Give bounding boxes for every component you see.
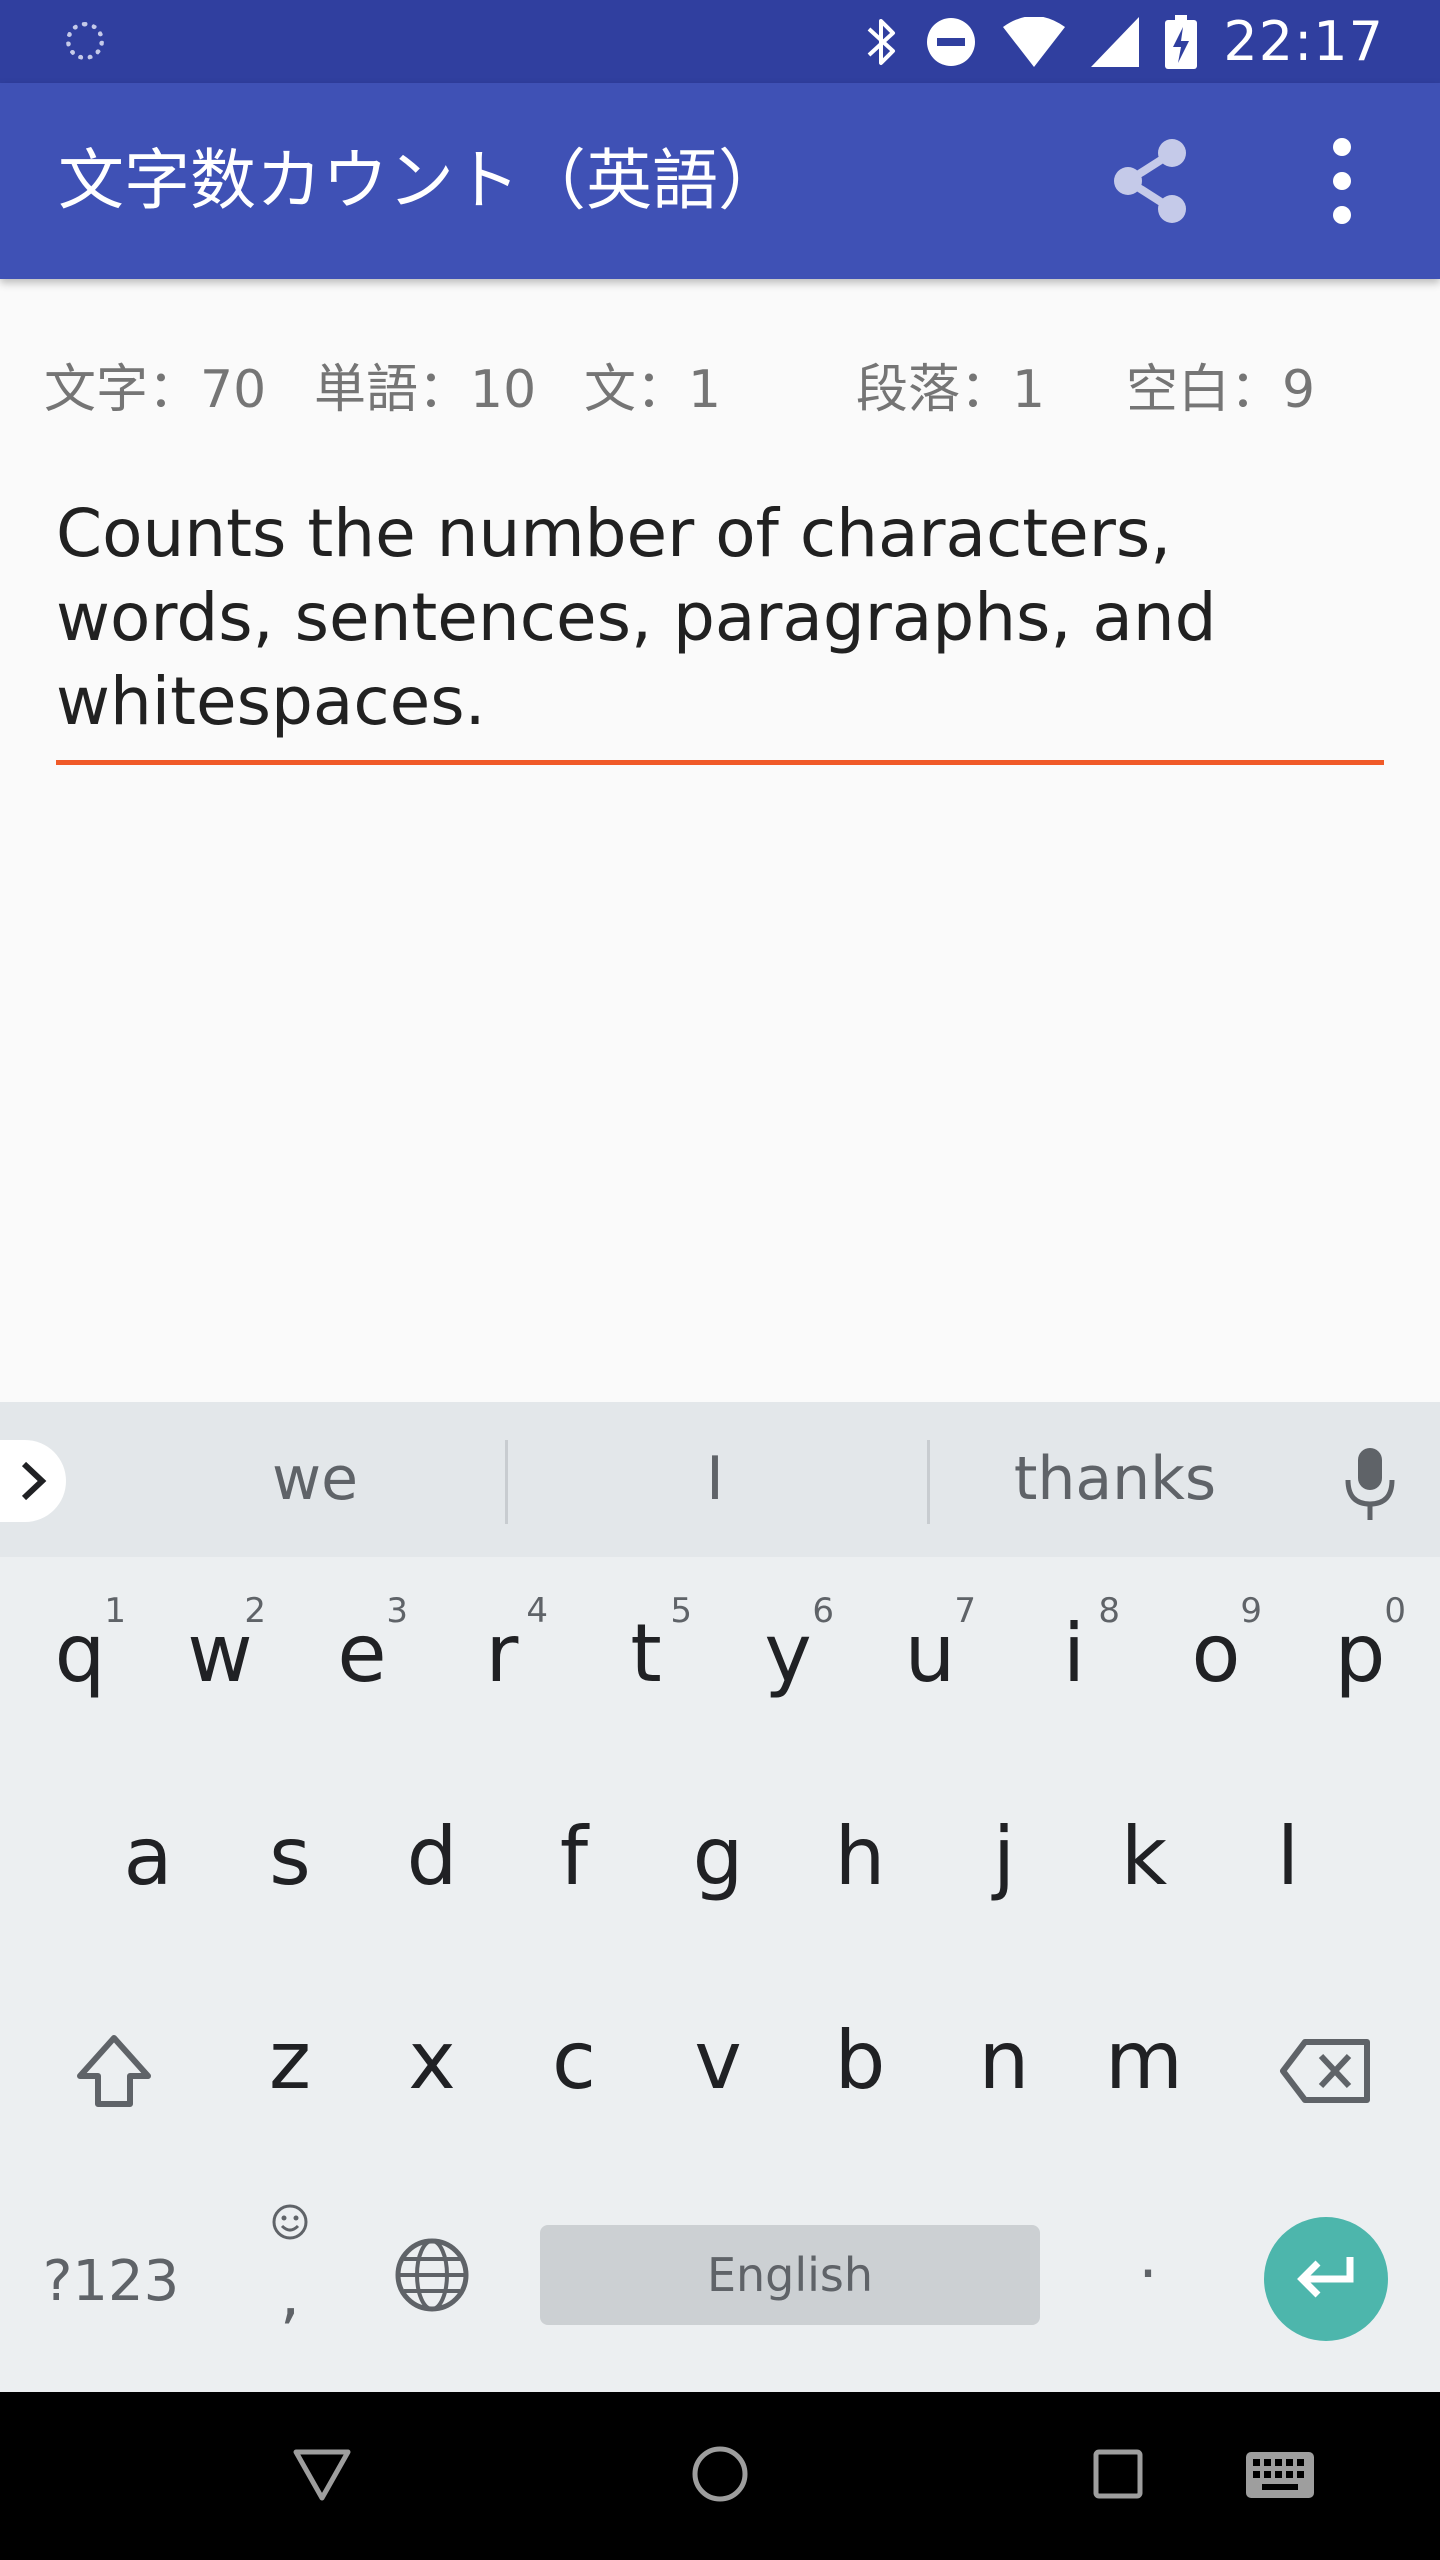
keyboard: we I thanks q1 w2 e3 r4 t5 y6 u7 i8 o9 p… xyxy=(0,1402,1440,2392)
voice-input-button[interactable] xyxy=(1340,1444,1400,1524)
more-options-button[interactable] xyxy=(1300,131,1384,231)
whitespace-count: 空白：9 xyxy=(1126,360,1316,420)
input-underline xyxy=(56,760,1384,765)
key-y[interactable]: y6 xyxy=(748,1591,834,1707)
bluetooth-icon xyxy=(868,18,896,65)
key-m[interactable]: m xyxy=(1104,2014,1184,2114)
key-q[interactable]: q1 xyxy=(40,1591,126,1707)
loading-indicator-icon xyxy=(66,22,104,60)
suggestion-1[interactable]: we xyxy=(110,1402,520,1557)
key-u[interactable]: u7 xyxy=(890,1591,976,1707)
battery-charging-icon xyxy=(1165,14,1198,69)
key-o[interactable]: o9 xyxy=(1176,1591,1262,1707)
symbols-key[interactable]: ?123 xyxy=(36,2232,186,2332)
key-h[interactable]: h xyxy=(820,1810,900,1910)
key-a[interactable]: a xyxy=(108,1810,188,1910)
character-count: 文字：70 xyxy=(44,360,267,420)
recents-icon[interactable] xyxy=(1092,2448,1144,2500)
home-icon[interactable] xyxy=(690,2444,750,2504)
share-button[interactable] xyxy=(1100,131,1200,231)
key-t[interactable]: t5 xyxy=(606,1591,692,1707)
shift-key[interactable] xyxy=(66,2022,162,2122)
key-k[interactable]: k xyxy=(1104,1810,1184,1910)
key-g[interactable]: g xyxy=(678,1810,758,1910)
shift-icon xyxy=(77,2035,151,2107)
key-i[interactable]: i8 xyxy=(1034,1591,1120,1707)
paragraph-count: 段落：1 xyxy=(856,360,1046,420)
suggestion-2[interactable]: I xyxy=(510,1402,920,1557)
suggestion-divider xyxy=(505,1440,508,1524)
sentence-count: 文：1 xyxy=(584,360,722,420)
suggestion-3[interactable]: thanks xyxy=(930,1402,1300,1557)
globe-icon xyxy=(395,2238,469,2312)
more-vert-icon xyxy=(1333,138,1351,224)
key-c[interactable]: c xyxy=(534,2014,614,2114)
enter-key[interactable] xyxy=(1264,2217,1388,2341)
comma-emoji-key[interactable]: , xyxy=(250,2202,330,2342)
text-input[interactable]: Counts the number of characters, words, … xyxy=(56,492,1396,744)
key-l[interactable]: l xyxy=(1248,1810,1328,1910)
clock: 22:17 xyxy=(1223,10,1384,73)
key-x[interactable]: x xyxy=(392,2014,472,2114)
key-v[interactable]: v xyxy=(678,2014,758,2114)
key-w[interactable]: w2 xyxy=(180,1591,266,1707)
key-d[interactable]: d xyxy=(392,1810,472,1910)
backspace-icon xyxy=(1280,2039,1370,2103)
chevron-right-icon xyxy=(21,1461,47,1501)
suggestion-toggle-button[interactable] xyxy=(0,1440,66,1522)
emoji-icon xyxy=(272,2204,308,2240)
microphone-icon xyxy=(1345,1448,1395,1520)
screen: 22:17 文字数カウント（英語） 文字：70 単語：10 文：1 段落：1 空… xyxy=(0,0,1440,2560)
key-f[interactable]: f xyxy=(534,1810,614,1910)
language-key[interactable] xyxy=(392,2237,472,2317)
navigation-bar xyxy=(0,2392,1440,2560)
share-icon xyxy=(1114,139,1186,223)
suggestion-strip: we I thanks xyxy=(0,1402,1440,1557)
key-s[interactable]: s xyxy=(250,1810,330,1910)
app-title: 文字数カウント（英語） xyxy=(58,142,784,219)
back-icon[interactable] xyxy=(292,2448,352,2502)
do-not-disturb-icon xyxy=(927,17,976,66)
status-bar: 22:17 xyxy=(0,0,1440,83)
key-b[interactable]: b xyxy=(820,2014,900,2114)
space-key[interactable]: English xyxy=(540,2225,1040,2325)
key-p[interactable]: p0 xyxy=(1320,1591,1406,1707)
backspace-key[interactable] xyxy=(1276,2022,1376,2122)
key-r[interactable]: r4 xyxy=(462,1591,548,1707)
key-n[interactable]: n xyxy=(964,2014,1044,2114)
key-z[interactable]: z xyxy=(250,2014,330,2114)
cellular-signal-icon xyxy=(1091,16,1140,67)
key-j[interactable]: j xyxy=(964,1810,1044,1910)
status-icons: 22:17 xyxy=(865,0,1384,83)
word-count: 単語：10 xyxy=(314,360,537,420)
app-bar: 文字数カウント（英語） xyxy=(0,83,1440,279)
period-key[interactable]: . xyxy=(1108,2222,1188,2322)
wifi-icon xyxy=(1003,16,1066,67)
enter-icon xyxy=(1297,2257,1354,2298)
keyboard-switch-icon[interactable] xyxy=(1244,2450,1316,2500)
key-e[interactable]: e3 xyxy=(322,1591,408,1707)
